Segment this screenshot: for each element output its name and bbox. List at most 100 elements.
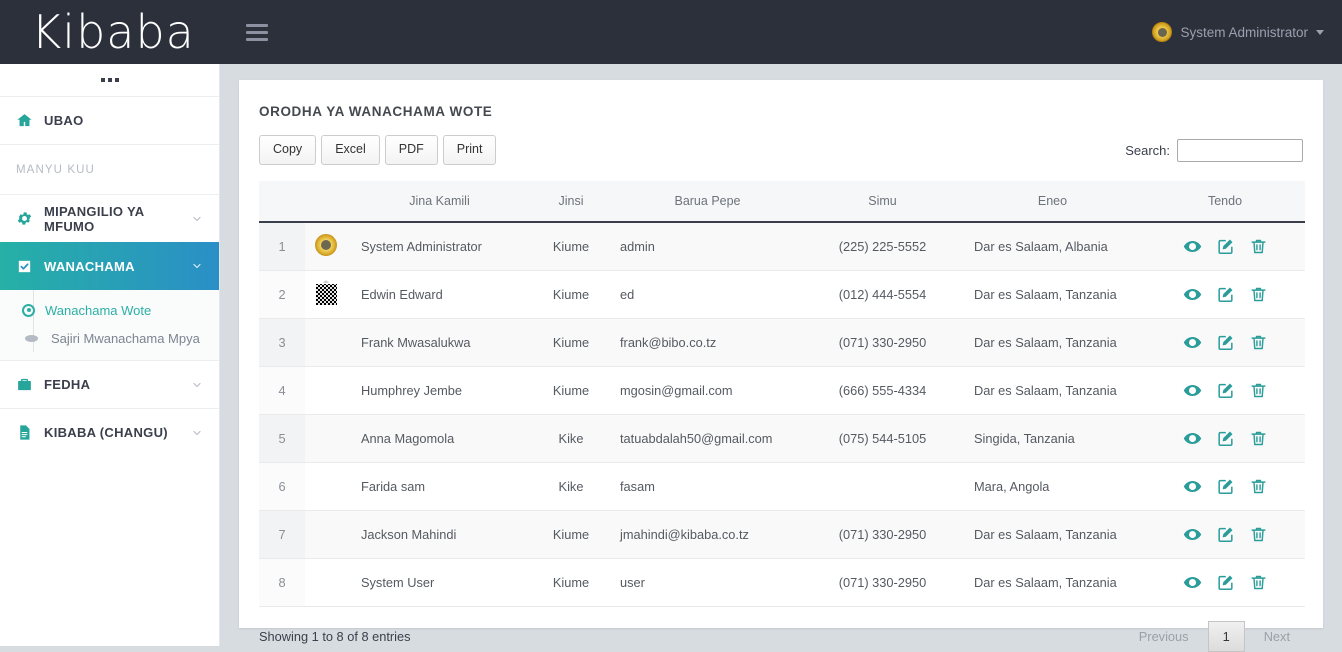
col-index[interactable] — [259, 181, 305, 222]
row-avatar — [305, 558, 347, 606]
col-jinsi[interactable]: Jinsi — [532, 181, 610, 222]
col-tendo[interactable]: Tendo — [1145, 181, 1305, 222]
edit-pencil-icon[interactable] — [1216, 333, 1235, 352]
chevron-down-icon — [191, 379, 203, 391]
edit-pencil-icon[interactable] — [1216, 285, 1235, 304]
chevron-down-icon — [191, 427, 203, 439]
row-avatar — [305, 414, 347, 462]
previous-page-button[interactable]: Previous — [1126, 622, 1202, 651]
row-phone: (666) 555-4334 — [805, 366, 960, 414]
row-email: user — [610, 558, 805, 606]
row-area: Dar es Salaam, Tanzania — [960, 270, 1145, 318]
trash-icon[interactable] — [1249, 429, 1268, 448]
row-area: Mara, Angola — [960, 462, 1145, 510]
eye-icon[interactable] — [1183, 237, 1202, 256]
page-title: ORODHA YA WANACHAMA WOTE — [239, 80, 1323, 119]
row-phone: (071) 330-2950 — [805, 318, 960, 366]
row-email: tatuabdalah50@gmail.com — [610, 414, 805, 462]
row-name: Jackson Mahindi — [347, 510, 532, 558]
print-button[interactable]: Print — [443, 135, 497, 165]
row-actions — [1145, 366, 1305, 414]
copy-button[interactable]: Copy — [259, 135, 316, 165]
row-name: System Administrator — [347, 222, 532, 271]
excel-button[interactable]: Excel — [321, 135, 380, 165]
row-actions — [1145, 510, 1305, 558]
row-avatar — [305, 318, 347, 366]
row-sex: Kike — [532, 414, 610, 462]
hamburger-icon[interactable] — [234, 0, 280, 64]
eye-icon[interactable] — [1183, 429, 1202, 448]
eye-icon[interactable] — [1183, 381, 1202, 400]
table-body: 1System AdministratorKiumeadmin(225) 225… — [259, 222, 1305, 607]
sidebar-item-mipangilio-ya-mfumo[interactable]: MIPANGILIO YA MFUMO — [0, 194, 219, 242]
edit-pencil-icon[interactable] — [1216, 573, 1235, 592]
edit-pencil-icon[interactable] — [1216, 525, 1235, 544]
eye-icon[interactable] — [1183, 285, 1202, 304]
row-phone: (071) 330-2950 — [805, 558, 960, 606]
row-phone: (225) 225-5552 — [805, 222, 960, 271]
trash-icon[interactable] — [1249, 285, 1268, 304]
eye-icon[interactable] — [1183, 525, 1202, 544]
row-area: Dar es Salaam, Tanzania — [960, 558, 1145, 606]
edit-pencil-icon[interactable] — [1216, 237, 1235, 256]
sidebar-dots-indicator — [0, 64, 219, 96]
hamburger-bar — [246, 31, 268, 34]
row-actions — [1145, 558, 1305, 606]
sidebar-item-wanachama[interactable]: WANACHAMA — [0, 242, 219, 290]
col-simu[interactable]: Simu — [805, 181, 960, 222]
trash-icon[interactable] — [1249, 573, 1268, 592]
pagination: Previous 1 Next — [1126, 621, 1303, 652]
table-row: 2Edwin EdwardKiumeed(012) 444-5554Dar es… — [259, 270, 1305, 318]
dot — [101, 78, 105, 82]
row-name: Farida sam — [347, 462, 532, 510]
row-actions — [1145, 222, 1305, 271]
sidebar-submenu: Wanachama Wote Sajiri Mwanachama Mpya — [0, 290, 219, 360]
row-index: 3 — [259, 318, 305, 366]
edit-pencil-icon[interactable] — [1216, 429, 1235, 448]
edit-pencil-icon[interactable] — [1216, 477, 1235, 496]
row-email: ed — [610, 270, 805, 318]
search-input[interactable] — [1177, 139, 1303, 162]
file-icon — [16, 424, 33, 441]
row-area: Dar es Salaam, Tanzania — [960, 318, 1145, 366]
row-actions — [1145, 318, 1305, 366]
search-label: Search: — [1125, 143, 1170, 158]
row-index: 1 — [259, 222, 305, 271]
row-sex: Kiume — [532, 558, 610, 606]
col-avatar[interactable] — [305, 181, 347, 222]
eye-icon[interactable] — [1183, 573, 1202, 592]
chevron-down-icon — [191, 260, 203, 272]
briefcase-icon — [16, 376, 33, 393]
eye-icon[interactable] — [1183, 477, 1202, 496]
sidebar-subitem-label: Sajiri Mwanachama Mpya — [51, 331, 200, 346]
edit-pencil-icon[interactable] — [1216, 381, 1235, 400]
col-eneo[interactable]: Eneo — [960, 181, 1145, 222]
trash-icon[interactable] — [1249, 237, 1268, 256]
col-barua-pepe[interactable]: Barua Pepe — [610, 181, 805, 222]
eye-icon[interactable] — [1183, 333, 1202, 352]
sidebar-item-label: UBAO — [44, 113, 203, 128]
sidebar-subitem-sajiri-mwanachama-mpya[interactable]: Sajiri Mwanachama Mpya — [0, 324, 219, 352]
user-avatar-gold-icon — [1152, 22, 1172, 42]
sidebar-item-ubao[interactable]: UBAO — [0, 96, 219, 144]
pdf-button[interactable]: PDF — [385, 135, 438, 165]
trash-icon[interactable] — [1249, 333, 1268, 352]
sidebar-subitem-wanachama-wote[interactable]: Wanachama Wote — [0, 296, 219, 324]
row-avatar — [305, 222, 347, 271]
col-jina-kamili[interactable]: Jina Kamili — [347, 181, 532, 222]
sidebar-item-label: FEDHA — [44, 377, 180, 392]
sidebar-item-kibaba-changu[interactable]: KIBABA (CHANGU) — [0, 408, 219, 456]
next-page-button[interactable]: Next — [1251, 622, 1303, 651]
sidebar-item-fedha[interactable]: FEDHA — [0, 360, 219, 408]
table-row: 6Farida samKikefasamMara, Angola — [259, 462, 1305, 510]
row-sex: Kiume — [532, 222, 610, 271]
trash-icon[interactable] — [1249, 525, 1268, 544]
trash-icon[interactable] — [1249, 477, 1268, 496]
page-number-1[interactable]: 1 — [1208, 621, 1245, 652]
logo-area: Kibaba — [0, 0, 220, 64]
row-index: 4 — [259, 366, 305, 414]
user-menu[interactable]: System Administrator — [1152, 22, 1342, 42]
trash-icon[interactable] — [1249, 381, 1268, 400]
row-phone — [805, 462, 960, 510]
table-row: 8System UserKiumeuser(071) 330-2950Dar e… — [259, 558, 1305, 606]
